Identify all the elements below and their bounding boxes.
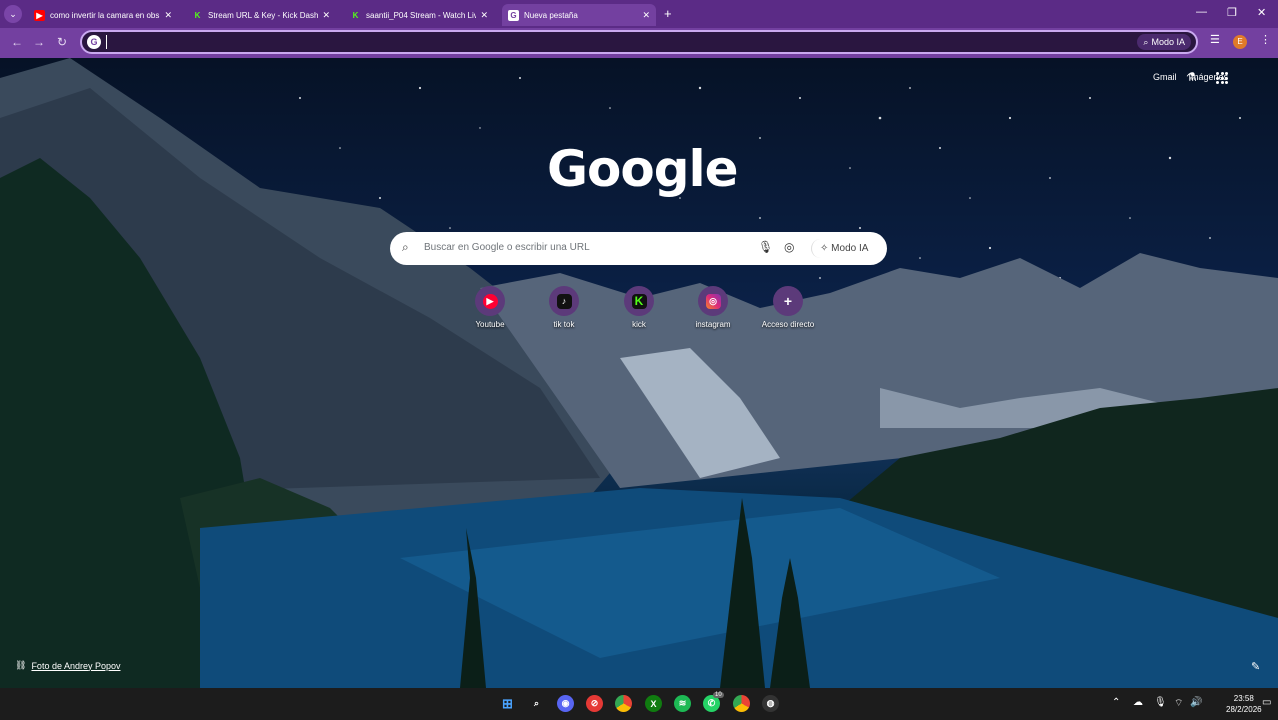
reading-mode-icon[interactable]: ☰ <box>1210 33 1220 46</box>
spotify-icon[interactable]: ≋ <box>674 695 691 712</box>
photo-credit-label: Foto de Andrey Popov <box>31 660 121 671</box>
shortcut-label: instagram <box>695 320 731 329</box>
shortcut-instagram[interactable]: ◎ instagram <box>683 286 743 329</box>
shortcut-kick[interactable]: K kick <box>609 286 669 329</box>
cloud-icon[interactable]: ☁ <box>1133 697 1143 708</box>
close-icon[interactable]: ✕ <box>164 10 172 21</box>
ai-mode-button[interactable]: ⌕ Modo IA <box>1137 34 1191 50</box>
chrome-active-icon[interactable] <box>733 695 750 712</box>
photo-credit[interactable]: ⛓ Foto de Andrey Popov <box>15 660 121 671</box>
wifi-icon[interactable]: ⌔ <box>1174 697 1183 710</box>
notification-icon[interactable]: ▭ <box>1262 697 1271 708</box>
clock-date: 28/2/2026 <box>1226 705 1262 714</box>
tab-kick-stream[interactable]: K saantii_P04 Stream - Watch Live ✕ <box>344 4 494 26</box>
tab-youtube[interactable]: ▶ como invertir la camara en obs ✕ <box>28 4 178 26</box>
search-icon[interactable]: ⌕ <box>528 695 545 712</box>
close-icon[interactable]: ✕ <box>642 10 650 21</box>
search-icon: ⌕ <box>402 240 409 254</box>
close-icon[interactable]: ✕ <box>322 10 330 21</box>
gmail-link[interactable]: Gmail <box>1153 72 1177 82</box>
volume-icon[interactable]: 🔊 <box>1190 697 1202 708</box>
system-clock[interactable]: 23:58 28/2/2026 <box>1226 693 1262 715</box>
tab-new-tab[interactable]: G Nueva pestaña ✕ <box>502 4 656 26</box>
search-box[interactable]: ⌕ Buscar en Google o escribir una URL 🎙 … <box>390 232 887 265</box>
link-icon: ⛓ <box>15 660 27 670</box>
shortcut-label: Youtube <box>475 320 505 329</box>
kick-icon: K <box>352 10 359 20</box>
google-icon: G <box>508 9 519 21</box>
ai-mode-label: Modo IA <box>1151 37 1185 47</box>
tab-strip: ⌄ ▶ como invertir la camara en obs ✕ K S… <box>0 0 1278 28</box>
text-cursor <box>106 35 107 49</box>
tab-title: Nueva pestaña <box>524 10 578 20</box>
back-icon[interactable]: ← <box>11 35 23 49</box>
microphone-icon[interactable]: 🎙 <box>758 240 773 254</box>
chevron-up-icon[interactable]: ⌃ <box>1112 697 1120 708</box>
sparkle-search-icon: ⌕ <box>1143 37 1149 47</box>
minimize-icon[interactable]: — <box>1196 6 1207 18</box>
new-tab-button[interactable]: + <box>664 6 672 21</box>
plus-icon: + <box>783 293 793 309</box>
new-tab-page: Gmail Imágenes ⚗ Google ⌕ Buscar en Goog… <box>0 58 1278 688</box>
customize-pencil-icon[interactable]: ✎ <box>1251 660 1260 673</box>
menu-icon[interactable]: ⋮ <box>1260 33 1271 46</box>
google-apps-icon[interactable] <box>1216 72 1228 84</box>
discord-icon[interactable]: ◉ <box>557 695 574 712</box>
shortcut-label: kick <box>632 320 646 329</box>
shortcut-youtube[interactable]: ▶ Youtube <box>460 286 520 329</box>
search-input[interactable]: Buscar en Google o escribir una URL <box>424 242 590 253</box>
chrome-icon[interactable] <box>615 695 632 712</box>
google-icon: G <box>87 35 101 49</box>
shortcut-label: Acceso directo <box>761 320 815 329</box>
ai-mode-label: Modo IA <box>831 243 869 254</box>
clock-time: 23:58 <box>1233 694 1254 703</box>
whatsapp-badge: 10 <box>713 692 724 698</box>
labs-flask-icon[interactable]: ⚗ <box>1186 70 1197 84</box>
kick-icon: K <box>631 293 647 309</box>
obs-icon[interactable]: ◍ <box>762 695 779 712</box>
shortcut-add[interactable]: + Acceso directo <box>758 286 818 329</box>
google-logo: Google <box>547 140 739 198</box>
tab-title: Stream URL & Key - Kick Dashb <box>208 10 319 20</box>
microphone-icon[interactable]: 🎙 <box>1154 697 1167 708</box>
tab-title: como invertir la camara en obs <box>50 10 160 20</box>
shortcut-tiktok[interactable]: ♪ tik tok <box>534 286 594 329</box>
restore-icon[interactable]: ❐ <box>1227 6 1237 19</box>
youtube-icon: ▶ <box>482 293 498 309</box>
close-window-icon[interactable]: ✕ <box>1257 6 1266 19</box>
lens-camera-icon[interactable]: ◎ <box>784 240 794 254</box>
instagram-icon: ◎ <box>705 293 721 309</box>
close-icon[interactable]: ✕ <box>480 10 488 21</box>
address-bar[interactable]: G ⌕ Modo IA <box>80 30 1198 54</box>
tab-kick-dashboard[interactable]: K Stream URL & Key - Kick Dashb ✕ <box>186 4 336 26</box>
youtube-icon: ▶ <box>34 9 45 21</box>
xbox-icon[interactable]: X <box>645 695 662 712</box>
kick-icon: K <box>194 10 201 20</box>
profile-avatar[interactable]: E <box>1233 35 1247 49</box>
forward-icon[interactable]: → <box>33 35 45 49</box>
shortcut-label: tik tok <box>553 320 575 329</box>
tiktok-icon: ♪ <box>556 293 572 309</box>
windows-taskbar: ⊞ ⌕ ◉ ⊘ X ≋ ✆ 10 ◍ ⌃ ☁ 🎙 ⌔ 🔊 23:58 28/2/… <box>0 688 1278 720</box>
tab-search-button[interactable]: ⌄ <box>4 5 22 23</box>
reload-icon[interactable]: ↻ <box>57 35 67 49</box>
ai-mode-button[interactable]: ✧ Modo IA <box>811 239 876 258</box>
windows-start-icon[interactable]: ⊞ <box>499 695 516 712</box>
tab-title: saantii_P04 Stream - Watch Live <box>366 10 477 20</box>
app-red-icon[interactable]: ⊘ <box>586 695 603 712</box>
